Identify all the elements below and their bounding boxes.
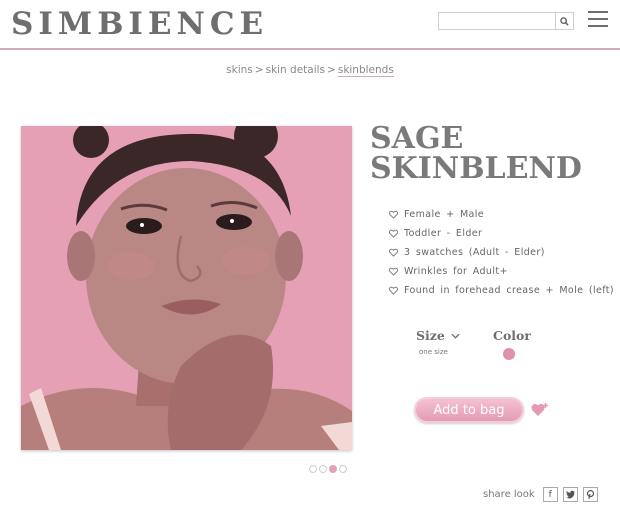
product-title: SAGE SKINBLEND bbox=[370, 124, 582, 184]
breadcrumb: skins > skin details > skinblends bbox=[0, 64, 620, 77]
size-selector[interactable]: Size one size bbox=[416, 328, 460, 356]
heart-outline-icon bbox=[389, 210, 398, 219]
product-image[interactable] bbox=[21, 126, 352, 450]
hamburger-menu-icon bbox=[588, 11, 608, 13]
feature-item: Wrinkles for Adult+ bbox=[389, 262, 614, 281]
carousel-dot[interactable] bbox=[339, 465, 347, 473]
feature-item: 3 swatches (Adult - Elder) bbox=[389, 243, 614, 262]
breadcrumb-skinblends[interactable]: skinblends bbox=[337, 64, 394, 77]
breadcrumb-separator: > bbox=[254, 64, 264, 76]
size-value: one size bbox=[419, 348, 448, 356]
facebook-icon: f bbox=[548, 489, 552, 500]
pinterest-icon bbox=[586, 490, 594, 499]
heart-outline-icon bbox=[389, 229, 398, 238]
site-logo[interactable]: SIMBIENCE bbox=[11, 6, 268, 42]
twitter-share-button[interactable] bbox=[562, 487, 578, 502]
color-selector: Color bbox=[493, 328, 531, 360]
search-input[interactable] bbox=[439, 13, 555, 29]
color-swatch[interactable] bbox=[503, 348, 515, 360]
twitter-icon bbox=[565, 490, 575, 499]
carousel-dot[interactable] bbox=[309, 465, 317, 473]
feature-item: Toddler - Elder bbox=[389, 224, 614, 243]
feature-item: Found in forehead crease + Mole (left) bbox=[389, 281, 614, 300]
add-to-bag-button[interactable]: Add to bag bbox=[414, 397, 524, 423]
product-title-line1: SAGE bbox=[370, 121, 464, 156]
image-carousel-dots bbox=[309, 465, 347, 473]
share-label: share look bbox=[483, 489, 535, 500]
portrait-illustration bbox=[21, 126, 352, 450]
heart-outline-icon bbox=[389, 267, 398, 276]
site-header: SIMBIENCE bbox=[0, 0, 620, 50]
breadcrumb-skins[interactable]: skins bbox=[226, 64, 253, 76]
breadcrumb-separator: > bbox=[327, 64, 336, 76]
feature-list: Female + Male Toddler - Elder 3 swatches… bbox=[389, 205, 614, 300]
carousel-dot[interactable] bbox=[319, 465, 327, 473]
hamburger-menu-button[interactable] bbox=[588, 11, 608, 28]
product-title-line2: SKINBLEND bbox=[370, 151, 582, 186]
heart-plus-icon[interactable] bbox=[531, 402, 549, 418]
search-icon bbox=[560, 16, 569, 26]
search-box bbox=[438, 12, 574, 30]
size-label: Size bbox=[416, 328, 445, 343]
facebook-share-button[interactable]: f bbox=[542, 487, 558, 502]
share-bar: share look f bbox=[483, 487, 598, 502]
feature-item: Female + Male bbox=[389, 205, 614, 224]
chevron-down-icon[interactable] bbox=[451, 333, 460, 339]
search-button[interactable] bbox=[555, 13, 573, 29]
color-label: Color bbox=[493, 328, 531, 343]
pinterest-share-button[interactable] bbox=[582, 487, 598, 502]
heart-outline-icon bbox=[389, 286, 398, 295]
heart-outline-icon bbox=[389, 248, 398, 257]
breadcrumb-skin-details[interactable]: skin details bbox=[266, 64, 325, 76]
carousel-dot-active[interactable] bbox=[329, 465, 337, 473]
